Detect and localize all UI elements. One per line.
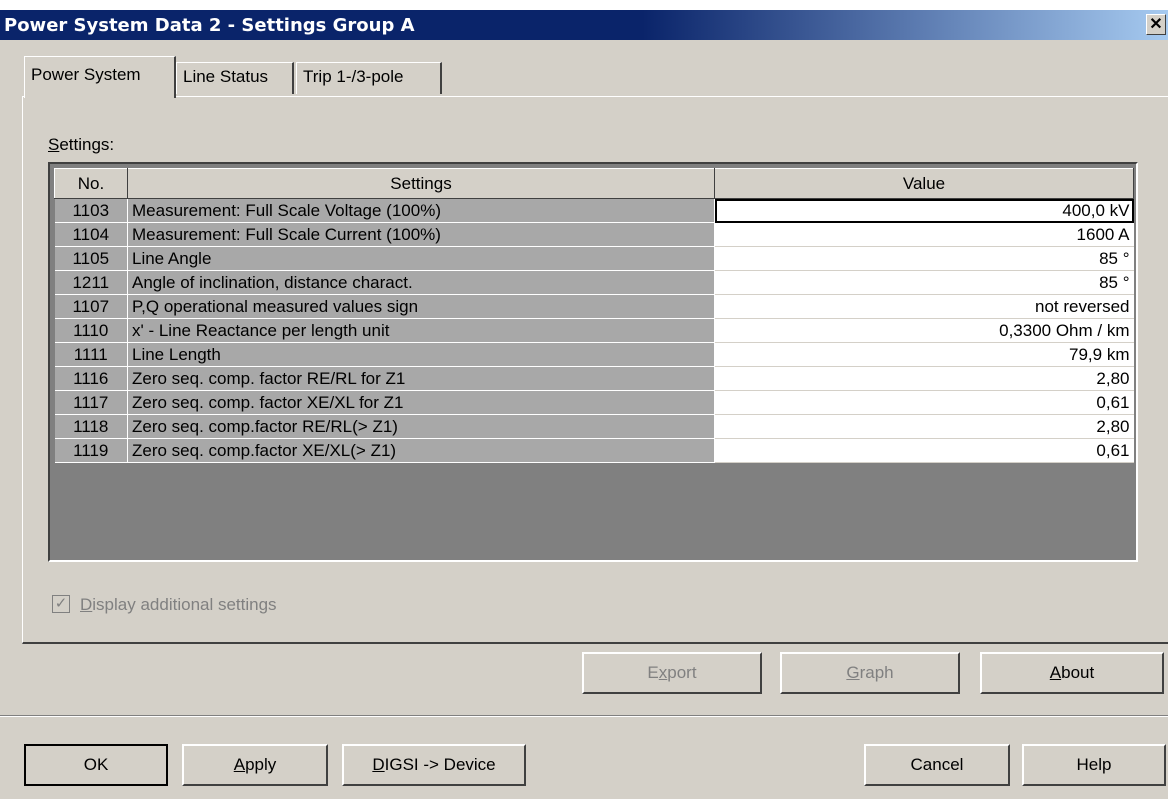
digsi-to-device-button[interactable]: D IGSI -> Device — [342, 744, 526, 786]
tab-label: Trip 1-/3-pole — [303, 67, 404, 86]
separator — [0, 715, 1168, 717]
tab-label: Line Status — [183, 67, 269, 86]
close-icon: ✕ — [1149, 15, 1163, 33]
title-bar[interactable]: Power System Data 2 - Settings Group A ✕ — [0, 10, 1168, 40]
tab-label: Power System — [31, 65, 141, 84]
close-button[interactable]: ✕ — [1146, 14, 1166, 35]
about-button[interactable]: About — [980, 652, 1164, 694]
tab-panel — [22, 96, 1168, 644]
tab-line-status[interactable]: Line Status — [176, 62, 294, 94]
export-button[interactable]: Ex port — [582, 652, 762, 694]
window-title: Power System Data 2 - Settings Group A — [4, 15, 415, 36]
graph-button[interactable]: Graph — [780, 652, 960, 694]
tab-trip-pole[interactable]: Trip 1-/3-pole — [296, 62, 442, 94]
help-button[interactable]: Help — [1022, 744, 1166, 786]
tab-power-system[interactable]: Power System — [24, 56, 176, 98]
ok-button[interactable]: OK — [24, 744, 168, 786]
apply-button[interactable]: Apply — [182, 744, 328, 786]
cancel-button[interactable]: Cancel — [864, 744, 1010, 786]
